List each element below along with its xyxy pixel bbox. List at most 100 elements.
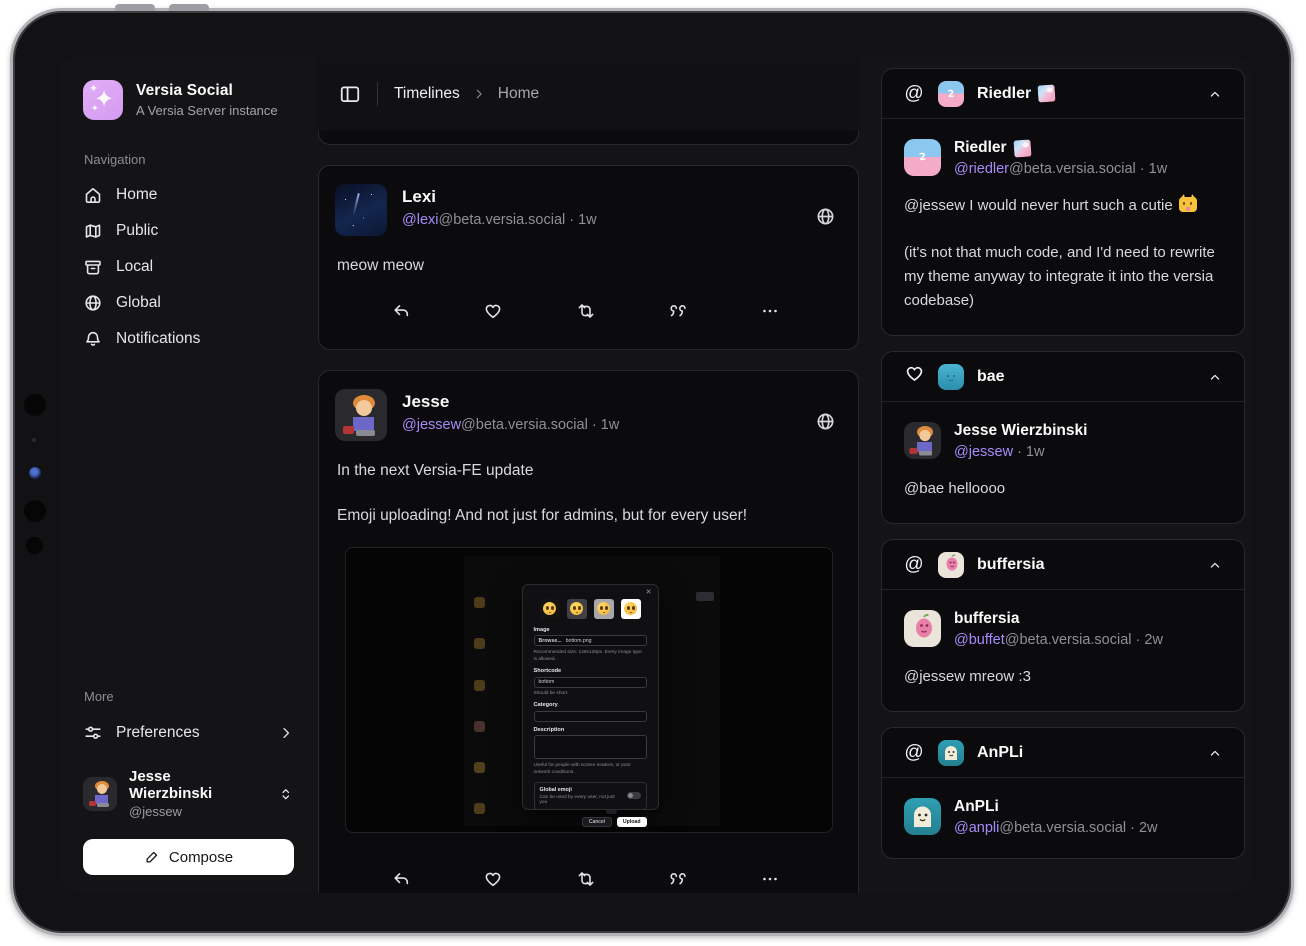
notification-header[interactable]: @ buffersia	[882, 540, 1244, 590]
trans-marble-cube-emoji	[1038, 84, 1056, 102]
compose-button[interactable]: Compose	[83, 839, 294, 875]
reply-icon[interactable]	[391, 869, 411, 889]
close-icon[interactable]: ✕	[646, 588, 652, 596]
more-ellipsis-icon[interactable]	[760, 301, 780, 321]
archive-box-icon	[83, 257, 103, 277]
sidebar-item-notifications[interactable]: Notifications	[83, 321, 294, 357]
sidebar-item-local[interactable]: Local	[83, 249, 294, 285]
post-author[interactable]: Lexi	[402, 187, 597, 207]
breadcrumb-home[interactable]: Home	[498, 85, 539, 103]
notification-user-name[interactable]: Jesse Wierzbinski	[954, 422, 1087, 440]
notification-time: · 2w	[1136, 632, 1163, 648]
app-screen: ✦ ✦ ✦ Versia Social A Versia Server inst…	[60, 57, 1251, 893]
file-input[interactable]: Browse... bottom.png	[534, 635, 647, 646]
sidebar-item-global[interactable]: Global	[83, 285, 294, 321]
at-sign-icon: @	[903, 554, 925, 576]
post-action-bar	[335, 851, 842, 893]
notification-header[interactable]: @ Riedler	[882, 69, 1244, 119]
avatar	[938, 740, 964, 766]
nav-section-label: Navigation	[84, 152, 294, 167]
notification-time: · 1w	[1017, 444, 1044, 460]
boost-repeat-icon[interactable]	[576, 869, 596, 889]
notification-user-name[interactable]: buffersia	[954, 610, 1163, 628]
volume-button	[115, 4, 155, 11]
avatar[interactable]	[904, 139, 941, 176]
global-emoji-toggle[interactable]	[627, 792, 641, 799]
avatar[interactable]	[335, 389, 387, 441]
post-author[interactable]: Jesse	[402, 392, 619, 412]
sidebar-item-home[interactable]: Home	[83, 177, 294, 213]
post-content: meow meow	[337, 254, 840, 277]
chevron-up-icon[interactable]	[1207, 86, 1223, 102]
microphone-dot	[32, 438, 36, 442]
sliders-icon	[83, 723, 103, 743]
chevron-up-icon[interactable]	[1207, 745, 1223, 761]
avatar[interactable]	[904, 610, 941, 647]
pleading-face-emoji	[594, 599, 614, 619]
chevron-right-icon	[472, 87, 486, 101]
post-content: In the next Versia-FE update Emoji uploa…	[337, 459, 840, 527]
shortcode-input[interactable]: bottom	[534, 677, 647, 688]
like-heart-icon[interactable]	[483, 869, 503, 889]
like-heart-icon[interactable]	[483, 301, 503, 321]
image-label: Image	[534, 627, 647, 633]
sidebar-item-preferences[interactable]: Preferences	[83, 716, 294, 750]
chevron-up-icon[interactable]	[1207, 369, 1223, 385]
reply-icon[interactable]	[391, 301, 411, 321]
post-handle: @lexi@beta.versia.social · 1w	[402, 212, 597, 228]
avatar[interactable]	[904, 422, 941, 459]
sidebar-toggle-icon[interactable]	[339, 83, 361, 105]
quote-icon[interactable]	[668, 869, 688, 889]
sidebar: ✦ ✦ ✦ Versia Social A Versia Server inst…	[60, 57, 316, 893]
page: ✦ ✦ ✦ Versia Social A Versia Server inst…	[0, 0, 1306, 946]
avatar	[83, 777, 117, 811]
cat-tongue-emoji	[1179, 197, 1197, 212]
breadcrumb-timelines[interactable]: Timelines	[394, 85, 460, 103]
sidebar-item-public[interactable]: Public	[83, 213, 294, 249]
globe-icon	[83, 293, 103, 313]
category-input[interactable]	[534, 711, 647, 722]
notification-card: bae Jesse Wierzbinski @jes	[881, 351, 1245, 524]
notification-header[interactable]: @ AnPLi	[882, 728, 1244, 778]
notification-header[interactable]: bae	[882, 352, 1244, 402]
chevrons-up-down-icon	[278, 786, 294, 802]
avatar[interactable]	[335, 184, 387, 236]
post-time: · 1w	[592, 417, 619, 433]
boost-repeat-icon[interactable]	[576, 301, 596, 321]
timeline-scroll[interactable]: Lexi @lexi@beta.versia.social · 1w	[316, 57, 861, 893]
sidebar-item-label: Public	[116, 222, 158, 240]
cancel-button[interactable]: Cancel	[582, 817, 612, 827]
map-icon	[83, 221, 103, 241]
account-switcher[interactable]: Jesse Wierzbinski @jessew	[83, 768, 294, 819]
post-card[interactable]: Jesse @jessew@beta.versia.social · 1w	[318, 370, 859, 893]
category-label: Category	[534, 702, 647, 708]
more-ellipsis-icon[interactable]	[760, 869, 780, 889]
notification-title: Riedler	[977, 85, 1031, 103]
notification-user-name[interactable]: AnPLi	[954, 798, 1158, 816]
visibility-globe-icon	[815, 206, 836, 232]
brand-title: Versia Social	[136, 82, 278, 100]
current-user-name: Jesse Wierzbinski	[129, 768, 254, 802]
quote-icon[interactable]	[668, 301, 688, 321]
heart-icon	[903, 363, 925, 390]
pleading-face-emoji	[567, 599, 587, 619]
description-textarea[interactable]	[534, 735, 647, 759]
timeline-column: Lexi @lexi@beta.versia.social · 1w	[316, 57, 861, 893]
post-image-attachment[interactable]: ✕ Image Browse... bot	[345, 547, 833, 833]
notification-user-name: Riedler	[954, 139, 1007, 157]
at-sign-icon: @	[903, 83, 925, 105]
post-card[interactable]: Lexi @lexi@beta.versia.social · 1w	[318, 165, 859, 350]
compose-label: Compose	[169, 849, 233, 866]
notification-content: @bae helloooo	[904, 477, 1222, 501]
avatar	[938, 81, 964, 107]
pleading-face-emoji	[621, 599, 641, 619]
upload-button[interactable]: Upload	[617, 817, 647, 827]
chevron-right-icon	[278, 725, 294, 741]
image-hint: Recommended size: 128x128px. Every image…	[534, 649, 647, 663]
description-hint: Useful for people with screen readers, o…	[534, 762, 647, 776]
sparkles-icon: ✦ ✦ ✦	[83, 80, 123, 120]
current-user-handle: @jessew	[129, 804, 254, 819]
chevron-up-icon[interactable]	[1207, 557, 1223, 573]
notification-title: AnPLi	[977, 744, 1023, 762]
avatar[interactable]	[904, 798, 941, 835]
